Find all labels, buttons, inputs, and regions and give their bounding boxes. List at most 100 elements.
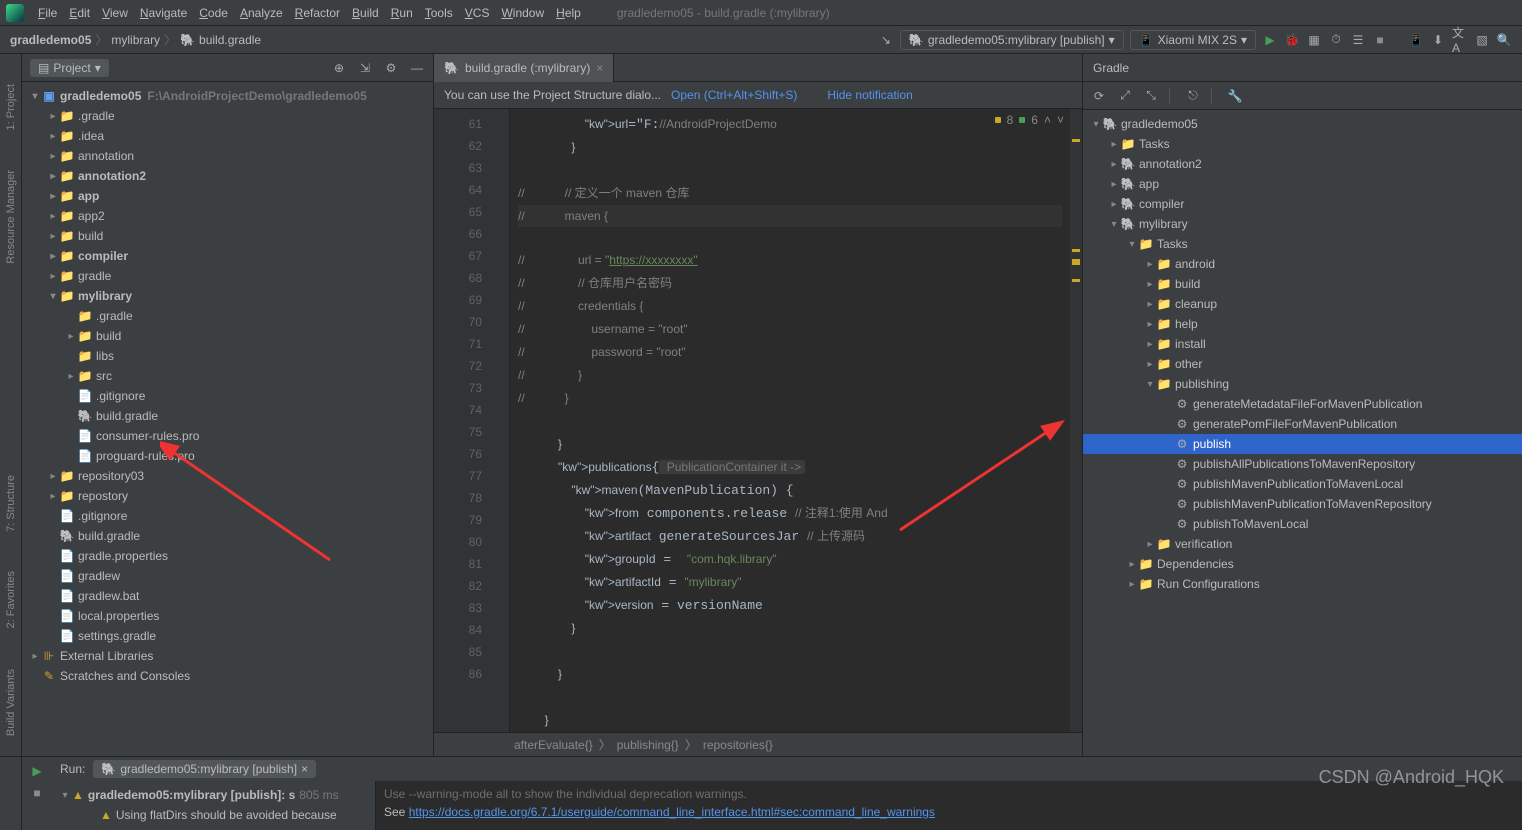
coverage-button[interactable]: ▦ [1306, 32, 1322, 48]
gradle-item[interactable]: ▸📁android [1083, 254, 1522, 274]
search-button[interactable]: 🔍 [1496, 32, 1512, 48]
project-tree[interactable]: ▾ ▣ gradledemo05 F:\AndroidProjectDemo\g… [22, 82, 433, 756]
notice-hide-link[interactable]: Hide notification [827, 88, 912, 102]
run-tree-warning[interactable]: ▲ Using flatDirs should be avoided becau… [52, 805, 375, 825]
gradle-item[interactable]: ▾📁publishing [1083, 374, 1522, 394]
tree-item[interactable]: ▸📁repostory [22, 486, 433, 506]
project-view-selector[interactable]: ▤ Project ▾ [30, 59, 109, 77]
layout-inspector-button[interactable]: ▧ [1474, 32, 1490, 48]
tree-item[interactable]: 📄consumer-rules.pro [22, 426, 433, 446]
breadcrumb-root[interactable]: gradledemo05 [10, 33, 91, 47]
close-icon[interactable]: × [596, 61, 603, 75]
gradle-item[interactable]: ⚙publishMavenPublicationToMavenLocal [1083, 474, 1522, 494]
menu-run[interactable]: Run [385, 6, 419, 20]
tree-item[interactable]: ▸📁.idea [22, 126, 433, 146]
tree-item[interactable]: 📄gradlew [22, 566, 433, 586]
tree-item[interactable]: ▸📁.gradle [22, 106, 433, 126]
tree-item[interactable]: ▸📁build [22, 226, 433, 246]
tree-item[interactable]: ▾📁mylibrary [22, 286, 433, 306]
gradle-item[interactable]: ▸🐘annotation2 [1083, 154, 1522, 174]
sdk-manager-button[interactable]: ⬇ [1430, 32, 1446, 48]
menu-window[interactable]: Window [495, 6, 550, 20]
gradle-item[interactable]: ▸📁cleanup [1083, 294, 1522, 314]
gradle-item[interactable]: ▸📁help [1083, 314, 1522, 334]
menu-help[interactable]: Help [550, 6, 587, 20]
run-config-selector[interactable]: 🐘 gradledemo05:mylibrary [publish] ▾ [900, 30, 1124, 50]
side-tab-favorites[interactable]: 2: Favorites [5, 571, 17, 628]
tree-item[interactable]: 📁libs [22, 346, 433, 366]
fold-strip[interactable] [490, 109, 510, 732]
tree-item[interactable]: ▸📁repository03 [22, 466, 433, 486]
run-tab[interactable]: 🐘 gradledemo05:mylibrary [publish] × [93, 760, 316, 778]
device-selector[interactable]: 📱 Xiaomi MIX 2S ▾ [1130, 30, 1256, 50]
collapse-button[interactable]: ⤡ [1143, 88, 1159, 104]
menu-tools[interactable]: Tools [419, 6, 459, 20]
gradle-item[interactable]: ▸📁other [1083, 354, 1522, 374]
run-tree[interactable]: ▾ ▲ gradledemo05:mylibrary [publish]: s … [52, 781, 376, 830]
code-editor[interactable]: 6162636465666768697071727374757677787980… [434, 109, 1082, 732]
translate-button[interactable]: 文A [1452, 32, 1468, 48]
notice-open-link[interactable]: Open (Ctrl+Alt+Shift+S) [671, 88, 797, 102]
tree-item[interactable]: 📄gradle.properties [22, 546, 433, 566]
gradle-item[interactable]: ▸📁verification [1083, 534, 1522, 554]
menu-edit[interactable]: Edit [63, 6, 96, 20]
inspections-widget[interactable]: 8 6 ˄ ˅ [995, 113, 1064, 127]
tree-item[interactable]: 📄.gitignore [22, 386, 433, 406]
attach-button[interactable]: ⎋ [1185, 88, 1201, 104]
external-libraries[interactable]: ▸ ⊪ External Libraries [22, 646, 433, 666]
run-button[interactable]: ▶ [1262, 32, 1278, 48]
tree-item[interactable]: 📄.gitignore [22, 506, 433, 526]
gradle-item[interactable]: ▸📁Run Configurations [1083, 574, 1522, 594]
tree-item[interactable]: ▸📁compiler [22, 246, 433, 266]
expand-button[interactable]: ⤢ [1117, 88, 1133, 104]
tree-item[interactable]: ▸📁app2 [22, 206, 433, 226]
line-gutter[interactable]: 6162636465666768697071727374757677787980… [434, 109, 490, 732]
tree-item[interactable]: 🐘build.gradle [22, 526, 433, 546]
tree-item[interactable]: 📄gradlew.bat [22, 586, 433, 606]
crumb-2[interactable]: repositories{} [703, 738, 773, 752]
error-stripe[interactable] [1070, 109, 1082, 732]
gradle-item[interactable]: ⚙publishMavenPublicationToMavenRepositor… [1083, 494, 1522, 514]
console-link[interactable]: https://docs.gradle.org/6.7.1/userguide/… [409, 805, 935, 819]
tree-item[interactable]: 📄settings.gradle [22, 626, 433, 646]
tree-item[interactable]: 🐘build.gradle [22, 406, 433, 426]
breadcrumb-file[interactable]: build.gradle [199, 33, 261, 47]
select-opened-file-button[interactable]: ⊕ [331, 60, 347, 76]
hide-button[interactable]: — [409, 60, 425, 76]
wrench-button[interactable]: 🔧 [1227, 88, 1243, 104]
gradle-item[interactable]: ⚙publishToMavenLocal [1083, 514, 1522, 534]
scratches-consoles[interactable]: ✎ Scratches and Consoles [22, 666, 433, 686]
menu-build[interactable]: Build [346, 6, 385, 20]
profile-button[interactable]: ⏱ [1328, 32, 1344, 48]
menu-analyze[interactable]: Analyze [234, 6, 289, 20]
gradle-item[interactable]: ▸🐘compiler [1083, 194, 1522, 214]
menu-refactor[interactable]: Refactor [289, 6, 346, 20]
side-tab-structure[interactable]: 7: Structure [5, 475, 17, 532]
close-icon[interactable]: × [301, 762, 308, 776]
gradle-item[interactable]: ▾📁Tasks [1083, 234, 1522, 254]
collapse-all-button[interactable]: ⇲ [357, 60, 373, 76]
tree-item[interactable]: 📄proguard-rules.pro [22, 446, 433, 466]
avd-manager-button[interactable]: 📱 [1408, 32, 1424, 48]
tree-item[interactable]: ▸📁app [22, 186, 433, 206]
rerun-button[interactable]: ▶ [29, 763, 45, 779]
menu-navigate[interactable]: Navigate [134, 6, 193, 20]
stop-button[interactable]: ■ [29, 785, 45, 801]
tree-item[interactable]: ▸📁annotation2 [22, 166, 433, 186]
editor-tab[interactable]: 🐘 build.gradle (:mylibrary) × [434, 54, 614, 82]
crumb-1[interactable]: publishing{} [617, 738, 679, 752]
run-console[interactable]: Use --warning-mode all to show the indiv… [376, 781, 1522, 830]
chevron-up-icon[interactable]: ˄ [1044, 113, 1051, 127]
menu-code[interactable]: Code [193, 6, 234, 20]
tree-item[interactable]: ▸📁src [22, 366, 433, 386]
run-tree-root[interactable]: ▾ ▲ gradledemo05:mylibrary [publish]: s … [52, 785, 375, 805]
menu-view[interactable]: View [96, 6, 134, 20]
side-tab-resource-manager[interactable]: Resource Manager [5, 170, 17, 264]
gradle-item[interactable]: ⚙generateMetadataFileForMavenPublication [1083, 394, 1522, 414]
menu-file[interactable]: File [32, 6, 63, 20]
side-tab-project[interactable]: 1: Project [5, 84, 17, 130]
gradle-item[interactable]: ⚙publish [1083, 434, 1522, 454]
gradle-item[interactable]: ▾🐘mylibrary [1083, 214, 1522, 234]
gradle-item[interactable]: ▸📁Tasks [1083, 134, 1522, 154]
debug-button[interactable]: 🐞 [1284, 32, 1300, 48]
